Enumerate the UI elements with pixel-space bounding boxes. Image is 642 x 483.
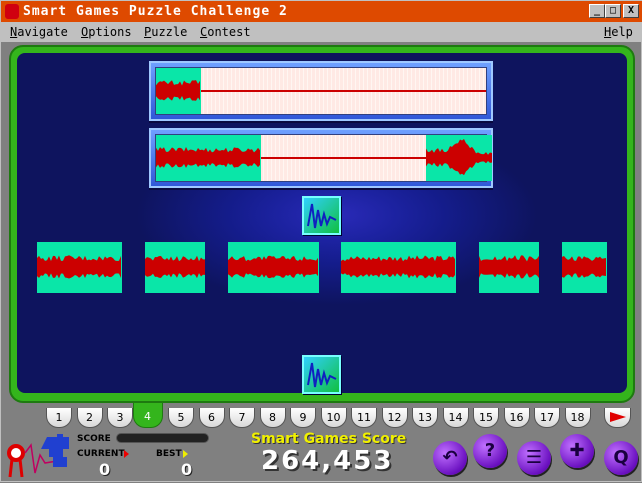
waveform-shape — [145, 255, 205, 279]
menu-bar: Navigate Options Puzzle Contest Help — [1, 22, 642, 42]
smart-games-score-label: Smart Games Score — [251, 431, 407, 447]
title-bar: Smart Games Puzzle Challenge 2 _ □ X — [1, 1, 642, 22]
waveform-shape — [479, 255, 539, 279]
puzzle-tab-3[interactable]: 3 — [107, 408, 133, 428]
menu-button[interactable]: ☰ — [517, 441, 551, 475]
red-arrow-right-icon — [609, 412, 626, 422]
quit-button[interactable]: Q — [604, 441, 638, 475]
app-icon — [5, 4, 19, 19]
undo-button[interactable]: ↶ — [433, 441, 467, 475]
score-progress-bar — [116, 433, 209, 443]
puzzle-button[interactable]: ✚ — [560, 434, 594, 468]
target-slot-2[interactable] — [149, 128, 493, 188]
waveform — [562, 256, 606, 278]
puzzle-tab-15[interactable]: 15 — [473, 408, 499, 428]
current-label: CURRENT — [77, 449, 125, 459]
best-arrow-icon — [183, 450, 188, 458]
next-puzzle-button[interactable] — [604, 408, 631, 428]
puzzle-tab-6[interactable]: 6 — [198, 408, 225, 428]
waveform — [37, 255, 121, 279]
play-all-button[interactable] — [302, 355, 341, 394]
puzzle-tab-17[interactable]: 17 — [534, 408, 560, 428]
waveform-shape — [37, 255, 121, 279]
current-arrow-icon — [124, 450, 129, 458]
close-button[interactable]: X — [623, 4, 639, 18]
waveform-shape — [341, 255, 455, 279]
target-slot-1[interactable] — [149, 61, 493, 121]
waveform — [156, 147, 260, 168]
waveform — [228, 255, 318, 279]
score-label: SCORE — [77, 434, 111, 444]
sound-piece[interactable] — [562, 242, 607, 293]
sound-piece[interactable] — [37, 242, 122, 293]
waveform-shape — [156, 147, 260, 168]
window-title: Smart Games Puzzle Challenge 2 — [23, 4, 288, 19]
play-sound-button[interactable] — [302, 196, 341, 235]
puzzle-tab-8[interactable]: 8 — [259, 408, 286, 428]
menu-help[interactable]: Help — [604, 22, 633, 42]
puzzle-tab-13[interactable]: 13 — [412, 408, 438, 428]
sound-piece[interactable] — [228, 242, 319, 293]
puzzle-tab-14[interactable]: 14 — [442, 408, 469, 428]
sound-wave-icon — [307, 362, 337, 388]
menu-options[interactable]: Options — [81, 22, 132, 42]
menu-puzzle[interactable]: Puzzle — [144, 22, 187, 42]
waveform — [341, 255, 455, 279]
waveform-shape — [426, 138, 492, 176]
waveform — [426, 138, 492, 176]
help-button[interactable]: ? — [473, 434, 507, 468]
smart-games-score-value: 264,453 — [261, 446, 394, 476]
puzzle-tab-7[interactable]: 7 — [229, 408, 255, 428]
puzzle-tab-18[interactable]: 18 — [564, 408, 591, 428]
puzzle-tab-5[interactable]: 5 — [168, 408, 194, 428]
puzzle-tab-4[interactable]: 4 — [132, 403, 163, 428]
puzzle-tab-1[interactable]: 1 — [46, 408, 72, 428]
current-score: 0 — [99, 460, 111, 479]
puzzle-tab-11[interactable]: 11 — [351, 408, 377, 428]
menu-navigate[interactable]: Navigate — [10, 22, 68, 42]
maximize-button[interactable]: □ — [605, 4, 621, 18]
sound-piece[interactable] — [479, 242, 539, 293]
waveform-shape — [562, 256, 606, 278]
waveform — [479, 255, 539, 279]
puzzle-tab-12[interactable]: 12 — [381, 408, 408, 428]
best-score: 0 — [181, 460, 193, 479]
puzzle-tab-9[interactable]: 9 — [290, 408, 316, 428]
waveform-shape — [156, 80, 200, 101]
puzzle-piece-logo — [41, 433, 71, 471]
puzzle-tab-10[interactable]: 10 — [320, 408, 347, 428]
waveform — [156, 80, 200, 101]
waveform-shape — [228, 255, 318, 279]
sound-piece[interactable] — [341, 242, 456, 293]
waveform — [145, 255, 205, 279]
best-label: BEST — [156, 449, 182, 459]
puzzle-tab-2[interactable]: 2 — [76, 408, 103, 428]
minimize-button[interactable]: _ — [589, 4, 605, 18]
menu-contest[interactable]: Contest — [200, 22, 251, 42]
sound-wave-icon — [307, 203, 337, 229]
puzzle-tab-16[interactable]: 16 — [503, 408, 530, 428]
sound-piece[interactable] — [145, 242, 205, 293]
